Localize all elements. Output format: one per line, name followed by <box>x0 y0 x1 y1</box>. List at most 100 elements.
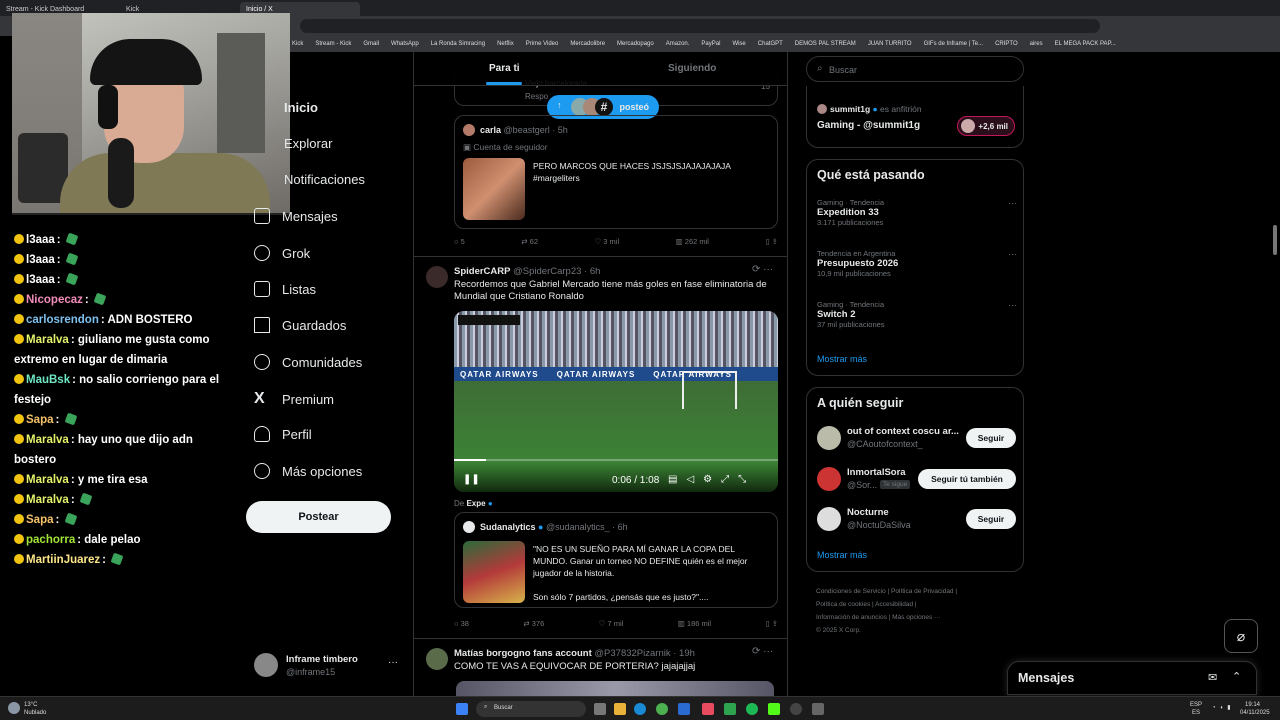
footer-link[interactable]: Política de Privacidad <box>891 588 954 595</box>
clock-date[interactable]: 04/11/2025 <box>1240 710 1270 716</box>
author-name[interactable]: SpiderCARP <box>454 266 510 277</box>
video-control-icons[interactable]: ▤◁⚙⤢⤡ <box>668 474 755 485</box>
follow-button[interactable]: Seguir <box>966 509 1016 529</box>
bookmark-item[interactable]: EL MEGA PACK PAP... <box>1055 41 1116 47</box>
expand-up-icon[interactable]: ⌃ <box>1232 670 1241 683</box>
bookmark-item[interactable]: ChatGPT <box>758 41 783 47</box>
author-name[interactable]: Matías borgogno fans account <box>454 648 592 659</box>
nav-guardados[interactable]: Guardados <box>254 317 346 333</box>
bookmark-item[interactable]: PayPal <box>701 41 720 47</box>
bookmark-item[interactable]: Kick <box>292 41 303 47</box>
bookmark-item[interactable]: JUAN TURRITO <box>868 41 912 47</box>
suggested-user-name[interactable]: out of context coscu ar... <box>847 426 959 437</box>
footer-link[interactable]: Política de cookies <box>816 601 870 608</box>
footer-link[interactable]: Accesibilidad <box>875 601 913 608</box>
video-player[interactable]: QATAR AIRWAYS QATAR AIRWAYS QATAR AIRWAYS … <box>454 311 778 492</box>
bookmark-item[interactable]: CRIPTO <box>995 41 1018 47</box>
footer-link[interactable]: Información de anuncios <box>816 614 887 621</box>
nav-grok[interactable]: Grok <box>254 245 310 261</box>
avatar[interactable] <box>817 507 841 531</box>
more-dots-icon[interactable]: ··· <box>388 657 398 668</box>
spotify-icon[interactable] <box>746 703 758 715</box>
chat-username[interactable]: MartiinJuarez <box>26 554 100 566</box>
bookmark-item[interactable]: WhatsApp <box>391 41 419 47</box>
reply-button[interactable]: ○ 5 <box>454 237 465 246</box>
bookmark-item[interactable]: Amazon. <box>666 41 690 47</box>
chat-username[interactable]: l3aaa <box>26 254 55 266</box>
like-button[interactable]: ♡ 7 mil <box>599 619 624 628</box>
language-indicator[interactable]: ESP <box>1190 702 1202 708</box>
footer-link[interactable]: Condiciones de Servicio <box>816 588 886 595</box>
clock-time[interactable]: 19:14 <box>1245 702 1260 708</box>
quoted-post-sudanalytics[interactable]: Sudanalytics ● @sudanalytics_ · 6h "NO E… <box>454 512 778 608</box>
more-dots-icon[interactable]: ··· <box>1008 249 1017 259</box>
nav-explorar[interactable]: Explorar <box>284 136 332 151</box>
bookmark-item[interactable]: Prime Video <box>526 41 559 47</box>
bookmark-item[interactable]: Mercadolibre <box>570 41 605 47</box>
chat-username[interactable]: MauBsk <box>26 374 70 386</box>
nav-inicio[interactable]: Inicio <box>284 100 318 115</box>
grok-floating-icon[interactable]: ⌀ <box>1224 619 1258 653</box>
avatar[interactable] <box>817 426 841 450</box>
tab-para-ti[interactable]: Para ti <box>489 63 520 74</box>
more-dots-icon[interactable]: ··· <box>1008 198 1017 208</box>
chat-username[interactable]: l3aaa <box>26 274 55 286</box>
trend-item[interactable]: Gaming · Tendencia Expedition 33 3.171 pub… <box>817 198 1017 227</box>
bookmark-item[interactable]: aires <box>1030 41 1043 47</box>
bookmark-item[interactable]: Netflix <box>497 41 514 47</box>
obs-icon[interactable] <box>790 703 802 715</box>
chat-username[interactable]: Maralva <box>26 494 69 506</box>
chat-username[interactable]: Sapa <box>26 414 54 426</box>
quoted-media-thumbnail[interactable] <box>463 158 525 220</box>
app-icon[interactable] <box>702 703 714 715</box>
quoted-post-carla[interactable]: carla @beastgerl · 5h ▣ Cuenta de seguid… <box>454 115 778 229</box>
chat-username[interactable]: Nicopecaz <box>26 294 83 306</box>
messages-drawer[interactable]: Mensajes ✉ ⌃ <box>1007 661 1257 695</box>
nav-comunidades[interactable]: Comunidades <box>254 354 362 370</box>
suggested-user-name[interactable]: Nocturne <box>847 507 889 518</box>
search-input[interactable]: ⌕ Buscar <box>806 56 1024 82</box>
repost-button[interactable]: ⇄ 376 <box>523 619 544 628</box>
system-tray-icons[interactable]: ◔◖▮ <box>1212 704 1235 711</box>
chat-username[interactable]: Maralva <box>26 434 69 446</box>
show-more-link[interactable]: Mostrar más <box>817 550 867 560</box>
app-icon[interactable] <box>812 703 824 715</box>
nav-premium[interactable]: X Premium <box>254 390 334 408</box>
chat-username[interactable]: Maralva <box>26 334 69 346</box>
avatar[interactable] <box>426 266 448 288</box>
avatar[interactable] <box>817 467 841 491</box>
views-button[interactable]: ▥ 262 mil <box>676 237 709 246</box>
url-field[interactable] <box>300 19 1100 33</box>
new-message-icon[interactable]: ✉ <box>1208 671 1217 684</box>
bookmark-share-buttons[interactable]: ▯ ⇪ <box>765 237 778 246</box>
footer-link[interactable]: Más opciones ··· <box>892 614 940 621</box>
task-view-icon[interactable] <box>594 703 606 715</box>
page-scrollbar[interactable] <box>1273 225 1277 255</box>
nav-listas[interactable]: Listas <box>254 281 316 297</box>
app-icon[interactable] <box>678 703 690 715</box>
bookmark-item[interactable]: Gmail <box>363 41 379 47</box>
trend-item[interactable]: Tendencia en Argentina Presupuesto 2026 10… <box>817 249 1017 278</box>
suggested-user-name[interactable]: InmortalSora <box>847 467 906 478</box>
from-name[interactable]: Expe <box>466 499 485 508</box>
taskbar-search[interactable]: ⌕ Buscar <box>476 701 586 717</box>
show-more-link[interactable]: Mostrar más <box>817 354 867 364</box>
bookmark-item[interactable]: Stream - Kick <box>315 41 351 47</box>
nav-mensajes[interactable]: Mensajes <box>254 208 338 224</box>
quoted-media-thumbnail[interactable] <box>463 541 525 603</box>
like-button[interactable]: ♡ 3 mil <box>594 237 619 246</box>
trend-item[interactable]: Gaming · Tendencia Switch 2 37 mil publica… <box>817 300 1017 329</box>
bookmark-item[interactable]: La Ronda Simracing <box>431 41 485 47</box>
bookmark-share-buttons[interactable]: ▯ ⇪ <box>766 619 779 628</box>
chat-username[interactable]: carlosrendon <box>26 314 99 326</box>
nav-perfil[interactable]: Perfil <box>254 426 312 442</box>
more-dots-icon[interactable]: ··· <box>1008 300 1017 310</box>
chat-username[interactable]: Maralva <box>26 474 69 486</box>
windows-start-icon[interactable] <box>456 703 468 715</box>
account-switcher[interactable]: Inframe timbero @inframe15 ··· <box>254 651 404 681</box>
chrome-icon[interactable] <box>656 703 668 715</box>
kick-icon[interactable] <box>768 703 780 715</box>
post-button[interactable]: Postear <box>246 501 391 533</box>
chat-username[interactable]: Sapa <box>26 514 54 526</box>
video-progress-track[interactable] <box>454 459 778 461</box>
